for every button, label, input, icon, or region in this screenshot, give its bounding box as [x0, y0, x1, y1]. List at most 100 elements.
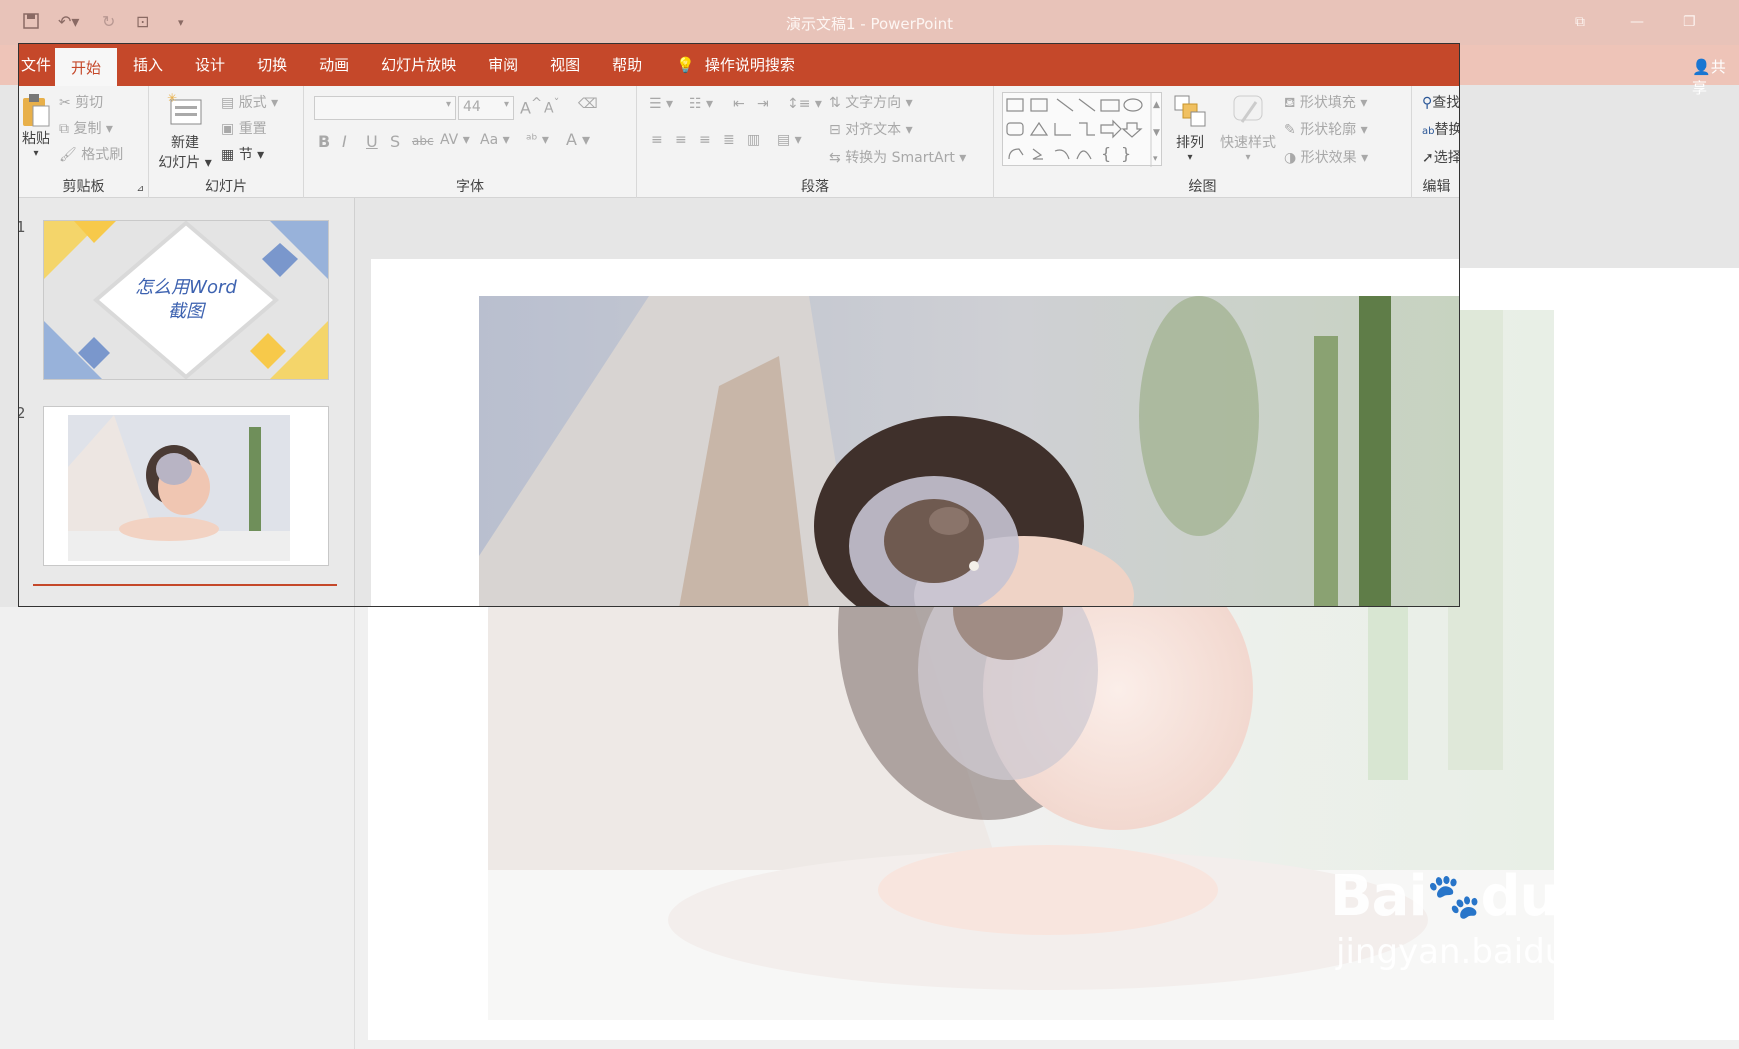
font-color-button[interactable]: A ▾	[566, 130, 590, 149]
svg-text:▼: ▼	[1153, 128, 1160, 138]
svg-text:{: {	[1101, 144, 1111, 163]
reset-button[interactable]: ▣ 重置	[221, 118, 267, 138]
tab-help[interactable]: 帮助	[596, 44, 658, 86]
grow-font-icon[interactable]: A^	[520, 96, 542, 117]
screenshot-capture-region[interactable]: 文件 开始 插入 设计 切换 动画 幻灯片放映 审阅 视图 帮助 💡 操作说明搜…	[18, 43, 1460, 607]
quick-styles-button[interactable]: 快速样式 ▾	[1216, 92, 1280, 163]
new-slide-icon: ✳	[167, 91, 202, 125]
tab-design[interactable]: 设计	[179, 44, 241, 86]
format-painter-button[interactable]: 🖌 格式刷	[59, 144, 123, 164]
paste-button[interactable]: 粘贴 ▾	[19, 92, 53, 159]
underline-button[interactable]: U	[366, 132, 378, 151]
numbering-icon[interactable]: ☷ ▾	[689, 96, 713, 112]
find-button[interactable]: ⚲查找	[1422, 92, 1459, 112]
font-name-select[interactable]: ▾	[314, 96, 456, 120]
pen-icon: ✎	[1284, 122, 1301, 138]
change-case-button[interactable]: Aa ▾	[480, 132, 510, 148]
group-label-clipboard: 剪贴板	[62, 179, 105, 195]
tab-transitions[interactable]: 切换	[241, 44, 303, 86]
group-label-editing: 编辑	[1422, 179, 1451, 195]
line-spacing-icon[interactable]: ↕≡ ▾	[787, 96, 822, 112]
tab-insert[interactable]: 插入	[117, 44, 179, 86]
tell-me-search[interactable]: 💡 操作说明搜索	[658, 44, 795, 86]
decrease-indent-icon[interactable]: ⇤	[733, 96, 745, 112]
smartart-icon: ⇆	[829, 150, 846, 166]
arrange-icon	[1174, 95, 1206, 127]
layout-icon: ▤	[221, 95, 239, 111]
restore-icon[interactable]: ❐	[1683, 14, 1696, 30]
effects-icon: ◑	[1284, 150, 1301, 166]
slide-thumbnail-2[interactable]	[43, 406, 329, 566]
brush-icon: 🖌	[59, 147, 82, 163]
align-center-icon[interactable]: ≡	[675, 132, 687, 148]
group-editing: ⚲查找 ab替换 ➚选择 编辑	[1412, 86, 1459, 198]
paint-bucket-icon: ⛾	[1284, 95, 1300, 111]
group-label-slides: 幻灯片	[205, 179, 247, 195]
ribbon-display-icon[interactable]: ⧉	[1575, 14, 1585, 30]
shape-outline-button[interactable]: ✎ 形状轮廓 ▾	[1284, 119, 1368, 139]
italic-button[interactable]: I	[342, 132, 347, 151]
thumbnail-pane-bg	[0, 607, 355, 1049]
arrange-button[interactable]: 排列 ▾	[1170, 92, 1210, 163]
clear-format-icon[interactable]: ⌫	[578, 96, 598, 112]
tab-view[interactable]: 视图	[534, 44, 596, 86]
shapes-gallery[interactable]: {} ▲ ▼ ▾	[1002, 92, 1162, 167]
group-label-paragraph: 段落	[801, 179, 829, 195]
highlight-icon[interactable]: ᵃᵇ ▾	[526, 132, 549, 148]
share-button[interactable]: 👤共享	[1692, 56, 1739, 98]
tab-slideshow[interactable]: 幻灯片放映	[365, 44, 472, 86]
section-button[interactable]: ▦ 节 ▾	[221, 144, 264, 164]
select-button[interactable]: ➚选择	[1422, 147, 1459, 167]
justify-icon[interactable]: ≣	[723, 132, 735, 148]
shape-fill-button[interactable]: ⛾ 形状填充 ▾	[1284, 92, 1367, 113]
shadow-button[interactable]: S	[390, 132, 400, 151]
minimize-icon[interactable]: —	[1630, 14, 1644, 30]
tab-animations[interactable]: 动画	[303, 44, 365, 86]
quick-styles-icon	[1233, 95, 1263, 123]
strikethrough-button[interactable]: abc	[412, 134, 434, 148]
section-icon: ▦	[221, 147, 239, 163]
svg-text:▾: ▾	[1153, 154, 1158, 164]
slide-canvas-top[interactable]	[371, 259, 1459, 606]
reset-icon: ▣	[221, 121, 239, 137]
window-title: 演示文稿1 - PowerPoint	[785, 15, 954, 33]
tab-file[interactable]: 文件	[19, 44, 55, 86]
columns-icon[interactable]: ▤ ▾	[777, 132, 802, 148]
shape-effects-button[interactable]: ◑ 形状效果 ▾	[1284, 147, 1368, 167]
group-clipboard: 粘贴 ▾ ✂ 剪切 ⧉ 复制 ▾ 🖌 格式刷 剪贴板 ⊿	[19, 86, 149, 198]
slide-photo-top[interactable]	[479, 296, 1459, 606]
person-icon: 👤	[1692, 58, 1711, 76]
slide-thumbnail-1[interactable]: 怎么用Word 截图	[43, 220, 329, 380]
slide-editing-area[interactable]	[355, 198, 1459, 606]
layout-button[interactable]: ▤ 版式 ▾	[221, 92, 278, 112]
smartart-button[interactable]: ⇆ 转换为 SmartArt ▾	[829, 147, 966, 167]
align-right-icon[interactable]: ≡	[699, 132, 711, 148]
slide-number-2: 2	[19, 404, 26, 422]
paw-icon: 🐾	[1426, 871, 1482, 922]
new-slide-button[interactable]: ✳ 新建 幻灯片 ▾	[153, 91, 217, 172]
shrink-font-icon[interactable]: Aˇ	[544, 96, 559, 117]
increase-indent-icon[interactable]: ⇥	[757, 96, 769, 112]
text-direction-button[interactable]: ⇅ 文字方向 ▾	[829, 92, 913, 112]
copy-button[interactable]: ⧉ 复制 ▾	[59, 118, 113, 138]
bullets-icon[interactable]: ☰ ▾	[649, 96, 673, 112]
tab-home[interactable]: 开始	[55, 48, 118, 86]
cut-button[interactable]: ✂ 剪切	[59, 92, 103, 112]
slide-1-title: 怎么用Word 截图	[135, 277, 237, 322]
align-text-icon: ⊟	[829, 122, 846, 138]
baidu-watermark: Bai 🐾 du 经验 jingyan.baidu.com	[1330, 863, 1663, 973]
distribute-icon[interactable]: ▥	[747, 132, 760, 148]
dialog-launcher-icon[interactable]: ⊿	[136, 184, 144, 194]
char-spacing-button[interactable]: AV ▾	[440, 132, 470, 148]
cursor-icon: ➚	[1422, 150, 1434, 166]
align-left-icon[interactable]: ≡	[651, 132, 663, 148]
font-size-select[interactable]: 44 ▾	[458, 96, 514, 120]
group-paragraph: ☰ ▾ ☷ ▾ ⇤ ⇥ ↕≡ ▾ ≡ ≡ ≡ ≣ ▥ ▤ ▾ ⇅ 文字方向 ▾ …	[637, 86, 994, 198]
scissors-icon: ✂	[59, 95, 76, 111]
group-label-drawing: 绘图	[1188, 179, 1217, 195]
tab-review[interactable]: 审阅	[472, 44, 534, 86]
align-text-button[interactable]: ⊟ 对齐文本 ▾	[829, 119, 913, 139]
replace-button[interactable]: ab替换	[1422, 119, 1459, 139]
bold-button[interactable]: B	[318, 132, 330, 151]
lightbulb-icon: 💡	[676, 56, 695, 74]
